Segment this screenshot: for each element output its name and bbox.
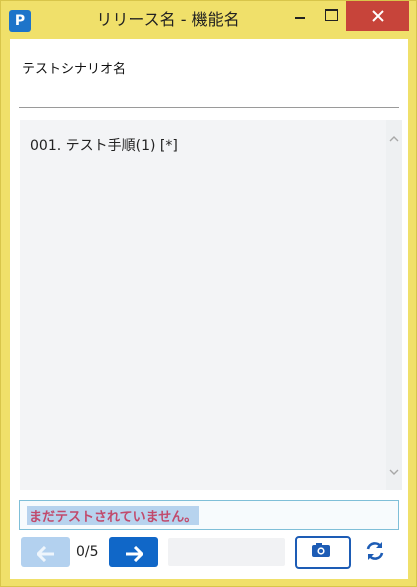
close-button[interactable] (346, 1, 409, 31)
refresh-button[interactable] (362, 538, 388, 564)
app-logo-icon: P (9, 10, 31, 32)
divider (19, 107, 399, 108)
maximize-button[interactable] (316, 1, 346, 31)
toolbar: 0/5 (10, 534, 408, 570)
minimize-button[interactable] (284, 1, 316, 31)
arrow-right-icon (125, 545, 143, 562)
main-panel: テストシナリオ名 001. テスト手順(1) [*] まだテストされていません。 (10, 39, 408, 579)
refresh-icon (366, 542, 384, 560)
chevron-down-icon (389, 469, 399, 475)
previous-button[interactable] (21, 537, 70, 567)
next-button[interactable] (109, 537, 158, 567)
scroll-down-button[interactable] (386, 466, 402, 480)
app-window: P リリース名 - 機能名 テストシナリオ名 001. テスト手順(1) [*] (0, 0, 417, 587)
chevron-up-icon (389, 136, 399, 142)
title-bar[interactable]: P リリース名 - 機能名 (1, 1, 416, 39)
status-message: まだテストされていません。 (27, 506, 200, 525)
progress-placeholder (168, 538, 285, 566)
camera-icon (312, 543, 330, 557)
status-field[interactable]: まだテストされていません。 (19, 500, 399, 530)
list-item[interactable]: 001. テスト手順(1) [*] (30, 135, 178, 155)
arrow-left-icon (36, 545, 54, 562)
step-list-scrollbar[interactable] (386, 120, 402, 490)
window-title: リリース名 - 機能名 (96, 10, 240, 29)
minimize-icon (295, 17, 305, 19)
step-list[interactable]: 001. テスト手順(1) [*] (20, 120, 402, 490)
scenario-name: テストシナリオ名 (22, 62, 127, 77)
page-indicator: 0/5 (76, 544, 99, 560)
screenshot-button[interactable] (295, 536, 351, 569)
scroll-up-button[interactable] (386, 132, 402, 146)
maximize-icon (324, 9, 338, 21)
close-icon (371, 9, 384, 22)
